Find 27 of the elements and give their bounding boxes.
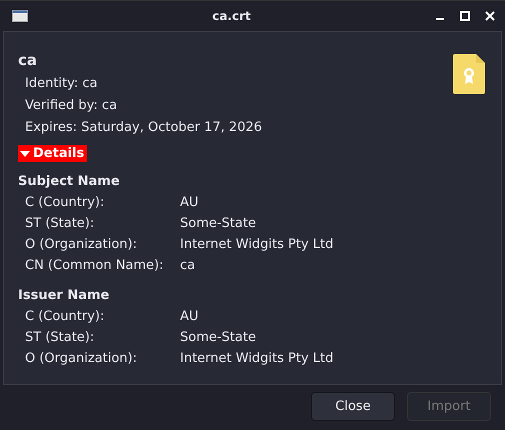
certificate-name: ca [18, 51, 38, 69]
field-label: C (Country): [25, 194, 106, 212]
field-value: Internet Widgits Pty Ltd [180, 350, 334, 368]
field-value: Some-State [180, 215, 256, 233]
field-label: O (Organization): [25, 350, 138, 368]
section-heading: Issuer Name [18, 287, 110, 305]
section-heading: Subject Name [18, 173, 121, 191]
field-label: C (Country): [25, 308, 106, 326]
field-value: ca [180, 257, 196, 275]
field-value: Some-State [180, 329, 256, 347]
field-label: ST (State): [25, 215, 96, 233]
field-value: AU [180, 308, 198, 326]
close-button[interactable]: Close [311, 392, 395, 421]
field-value: Internet Widgits Pty Ltd [180, 236, 334, 254]
certificate-info: Expires: Saturday, October 17, 2026 [24, 119, 262, 137]
details-expander[interactable]: Details [18, 145, 88, 162]
window-icon [12, 10, 28, 22]
certificate-info: Verified by: ca [24, 97, 118, 115]
field-value: AU [180, 194, 198, 212]
maximize-icon[interactable] [460, 11, 470, 21]
window-title: ca.crt [211, 9, 252, 23]
certificate-info: Identity: ca [24, 75, 99, 93]
field-label: O (Organization): [25, 236, 138, 254]
field-label: ST (State): [25, 329, 96, 347]
certificate-icon [453, 54, 485, 94]
field-label: CN (Common Name): [25, 257, 164, 275]
close-icon[interactable] [485, 11, 495, 21]
